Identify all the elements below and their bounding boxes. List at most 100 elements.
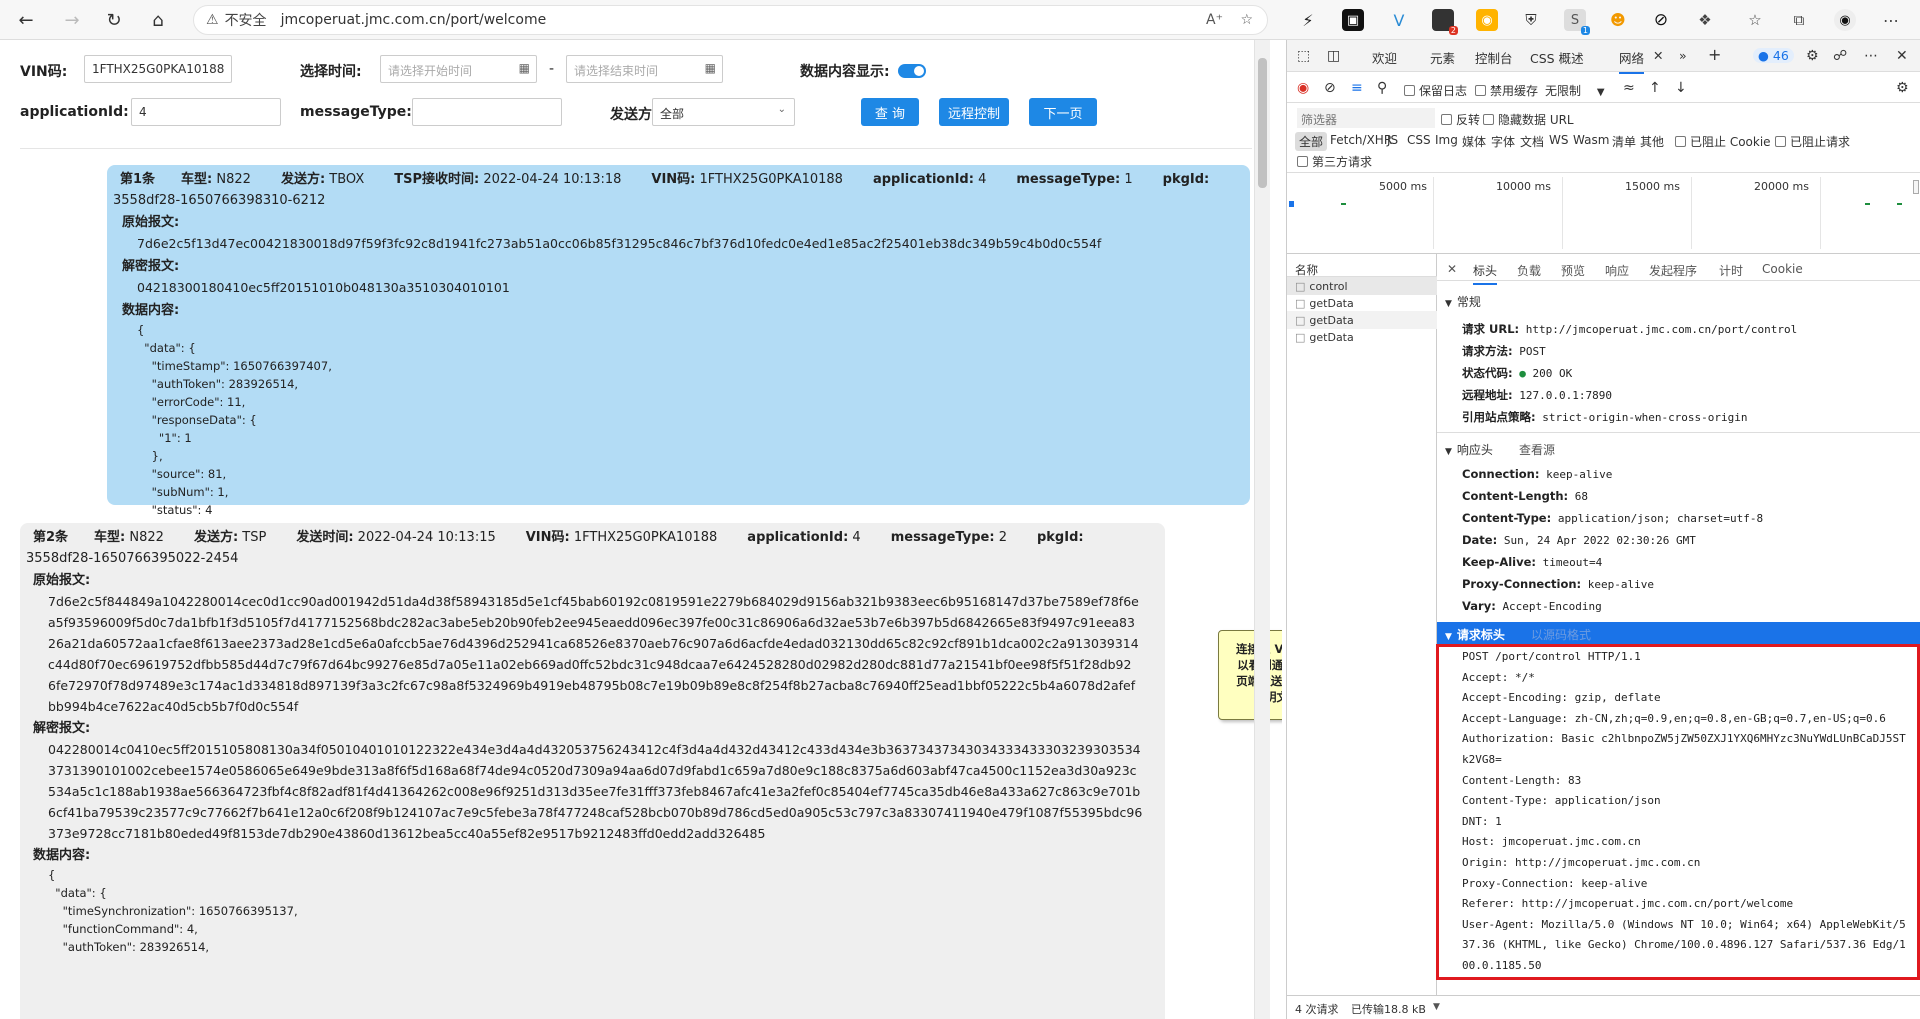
invert-checkbox[interactable]: 反转 <box>1441 111 1480 128</box>
record-icon[interactable]: ◉ <box>1297 80 1309 96</box>
device-toggle-icon[interactable]: ◫ <box>1327 48 1340 64</box>
import-icon[interactable]: ↑ <box>1649 80 1661 96</box>
filter-icon[interactable]: ≡ <box>1351 80 1363 96</box>
add-tab-icon[interactable]: + <box>1708 45 1721 64</box>
type-filter-media[interactable]: 媒体 <box>1462 133 1486 150</box>
extension-s-icon[interactable]: S1 <box>1564 9 1590 35</box>
type-filter-js[interactable]: JS <box>1387 133 1398 147</box>
end-time-input[interactable]: 请选择结束时间 ▦ <box>566 55 723 83</box>
extension-person-icon[interactable]: ☻ <box>1607 9 1629 31</box>
settings-gear-icon[interactable]: ⚙ <box>1806 48 1819 64</box>
favorites-icon[interactable]: ☆ <box>1744 9 1766 31</box>
profile-avatar[interactable]: ◉ <box>1834 9 1856 31</box>
view-source-link[interactable]: 查看源 <box>1519 443 1555 457</box>
more-options-icon[interactable]: ⋯ <box>1864 48 1878 64</box>
detail-tab-response[interactable]: 响应 <box>1605 262 1629 279</box>
favorite-star-icon[interactable]: ☆ <box>1240 12 1253 28</box>
start-time-input[interactable]: 请选择开始时间 ▦ <box>380 55 537 83</box>
blocked-cookies-checkbox[interactable]: 已阻止 Cookie <box>1675 133 1771 150</box>
general-section-toggle[interactable]: ▼ 常规 <box>1445 293 1481 310</box>
hide-data-urls-checkbox[interactable]: 隐藏数据 URL <box>1483 111 1574 128</box>
close-devtools-icon[interactable]: ✕ <box>1896 48 1908 64</box>
model-label: 车型: <box>181 172 213 187</box>
type-filter-css[interactable]: CSS <box>1407 133 1431 147</box>
network-settings-icon[interactable]: ⚙ <box>1896 80 1909 96</box>
extension-shield-color-icon[interactable]: ◉ <box>1476 9 1498 31</box>
remote-control-button[interactable]: 远程控制 <box>939 98 1009 126</box>
tab-elements[interactable]: 元素 <box>1430 48 1455 67</box>
throttle-select[interactable]: 无限制 ▼ <box>1545 82 1605 99</box>
content-display-toggle[interactable] <box>898 64 926 78</box>
disable-cache-checkbox[interactable]: 禁用缓存 <box>1475 82 1538 99</box>
extensions-puzzle-icon[interactable]: ❖ <box>1694 9 1716 31</box>
type-filter-xhr[interactable]: Fetch/XHR <box>1330 133 1392 147</box>
extension-badge-icon[interactable]: 2 <box>1432 9 1458 35</box>
forward-icon[interactable]: → <box>58 6 86 34</box>
network-conditions-icon[interactable]: ≈ <box>1623 80 1635 96</box>
page-scrollbar[interactable] <box>1254 40 1270 1019</box>
scrollbar-thumb[interactable] <box>1258 58 1267 188</box>
export-icon[interactable]: ↓ <box>1675 80 1687 96</box>
detail-tab-initiator[interactable]: 发起程序 <box>1649 262 1697 279</box>
tab-welcome[interactable]: 欢迎 <box>1372 48 1397 67</box>
scroll-down-icon[interactable]: ▼ <box>1433 1002 1440 1012</box>
home-icon[interactable]: ⌂ <box>144 6 172 34</box>
extension-square-icon[interactable]: ▣ <box>1342 9 1364 31</box>
type-filter-doc[interactable]: 文档 <box>1520 133 1544 150</box>
inspect-icon[interactable]: ⬚ <box>1297 48 1310 64</box>
address-bar[interactable]: ⚠ 不安全 jmcoperuat.jmc.com.cn/port/welcome… <box>193 5 1268 35</box>
sender-select[interactable]: 全部 ⌄ <box>652 98 795 126</box>
next-page-button[interactable]: 下一页 <box>1029 98 1097 126</box>
detail-tab-preview[interactable]: 预览 <box>1561 262 1585 279</box>
type-filter-manifest[interactable]: 清单 <box>1612 133 1636 150</box>
view-source-link[interactable]: 以源码格式 <box>1531 628 1591 642</box>
more-tabs-icon[interactable]: » <box>1679 48 1687 63</box>
vin-input[interactable]: 1FTHX25G0PKA10188 <box>84 55 232 83</box>
request-headers-toggle[interactable]: ▼ 请求标头 以源码格式 <box>1445 626 1591 643</box>
url-text[interactable]: jmcoperuat.jmc.com.cn/port/welcome <box>281 12 547 28</box>
type-filter-all[interactable]: 全部 <box>1295 132 1328 151</box>
blocked-requests-checkbox[interactable]: 已阻止请求 <box>1775 133 1850 150</box>
tab-console[interactable]: 控制台 <box>1475 48 1513 67</box>
type-filter-wasm[interactable]: Wasm <box>1573 133 1609 147</box>
third-party-checkbox[interactable]: 第三方请求 <box>1297 153 1372 170</box>
header-key: Date: <box>1462 533 1498 547</box>
type-filter-img[interactable]: Img <box>1435 133 1458 147</box>
type-filter-ws[interactable]: WS <box>1549 133 1568 147</box>
type-filter-font[interactable]: 字体 <box>1491 133 1515 150</box>
detail-tab-cookies[interactable]: Cookie <box>1762 262 1803 276</box>
clear-icon[interactable]: ⊘ <box>1324 80 1336 96</box>
close-details-icon[interactable]: ✕ <box>1447 262 1457 276</box>
request-row-getdata[interactable]: □ getData <box>1295 297 1354 310</box>
detail-tab-payload[interactable]: 负载 <box>1517 262 1541 279</box>
extension-shield-icon[interactable]: ⛨ <box>1520 9 1542 31</box>
request-row-getdata[interactable]: □ getData <box>1295 331 1354 344</box>
extension-block-icon[interactable]: ⊘ <box>1650 9 1672 31</box>
msgtype-input[interactable] <box>412 98 562 126</box>
preserve-log-checkbox[interactable]: 保留日志 <box>1404 82 1467 99</box>
collections-icon[interactable]: ⧉ <box>1788 9 1810 31</box>
tab-network[interactable]: 网络 <box>1619 48 1645 74</box>
appid-input[interactable]: 4 <box>131 98 281 126</box>
request-row-getdata[interactable]: □ getData <box>1295 314 1354 327</box>
response-headers-toggle[interactable]: ▼ 响应头 查看源 <box>1445 441 1555 458</box>
read-aloud-icon[interactable]: A⁺ <box>1206 12 1223 28</box>
issues-badge[interactable]: ● 46 <box>1753 48 1794 63</box>
tab-css-overview[interactable]: CSS 概述 <box>1530 48 1584 67</box>
detail-tab-timing[interactable]: 计时 <box>1719 262 1743 279</box>
detail-tab-headers[interactable]: 标头 <box>1473 262 1498 285</box>
back-icon[interactable]: ← <box>12 6 40 34</box>
timeline-handle[interactable] <box>1913 180 1919 194</box>
request-row-control[interactable]: □ control <box>1295 280 1348 293</box>
feedback-icon[interactable]: ☍ <box>1833 48 1847 64</box>
network-filter-input[interactable]: 筛选器 <box>1297 108 1435 128</box>
close-tab-icon[interactable]: ✕ <box>1653 48 1663 63</box>
type-filter-other[interactable]: 其他 <box>1640 133 1664 150</box>
extension-v-icon[interactable]: V <box>1388 9 1410 31</box>
query-button[interactable]: 查 询 <box>861 98 919 126</box>
more-menu-icon[interactable]: ⋯ <box>1880 9 1902 31</box>
search-icon[interactable]: ⚲ <box>1377 80 1387 96</box>
web-page: VIN码: 1FTHX25G0PKA10188 选择时间: 请选择开始时间 ▦ -… <box>0 40 1282 1019</box>
extension-bolt-icon[interactable]: ⚡ <box>1297 9 1319 31</box>
refresh-icon[interactable]: ↻ <box>100 6 128 34</box>
